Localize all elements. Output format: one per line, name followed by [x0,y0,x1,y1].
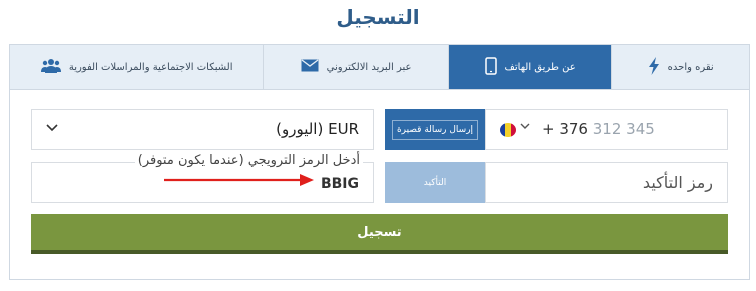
country-chevron-icon[interactable] [520,120,530,133]
send-sms-button[interactable]: إرسال رسالة قصيرة [385,109,485,150]
phone-input[interactable]: + 376 312 345 [485,109,728,150]
users-icon [40,58,61,77]
phone-country-code: + 376 [542,120,588,138]
red-arrow-icon [164,174,314,186]
tab-phone[interactable]: عن طريق الهاتف [448,45,613,89]
promo-code-value: BBIG [320,176,359,192]
tab-social-networks[interactable]: الشبكات الاجتماعية والمراسلات الفورية [10,45,265,89]
phone-icon [484,56,497,78]
andorra-flag-icon[interactable] [500,123,516,137]
promo-code-legend: أدخل الرمز الترويجي (عندما يكون متوفر) [134,153,363,168]
registration-tabs: الشبكات الاجتماعية والمراسلات الفورية عب… [9,44,750,89]
confirmation-code-label: رمز التأكيد [642,173,713,192]
tab-one-click-label: نقره واحده [667,61,714,73]
phone-placeholder: 312 345 [592,120,655,138]
page-title: التسجيل [336,5,420,29]
send-sms-label: إرسال رسالة قصيرة [391,119,479,140]
tab-phone-label: عن طريق الهاتف [504,61,576,73]
currency-value: EUR (اليورو) [276,120,359,138]
tab-social-networks-label: الشبكات الاجتماعية والمراسلات الفورية [68,61,233,73]
register-button[interactable]: تسجيل [31,214,728,254]
confirmation-code-input[interactable]: رمز التأكيد [485,162,728,203]
lightning-icon [648,56,660,78]
tab-email-label: عبر البريد الالكتروني [326,61,412,73]
tab-email[interactable]: عبر البريد الالكتروني [264,45,449,89]
envelope-icon [301,59,319,75]
phone-number: + 376 312 345 [542,120,655,138]
registration-form: EUR (اليورو) إرسال رسالة قصيرة + 376 312… [9,89,750,280]
tab-one-click[interactable]: نقره واحده [612,45,749,89]
chevron-down-icon [46,120,58,136]
confirm-button[interactable]: التأكيد [385,162,485,203]
currency-select[interactable]: EUR (اليورو) [31,109,374,150]
